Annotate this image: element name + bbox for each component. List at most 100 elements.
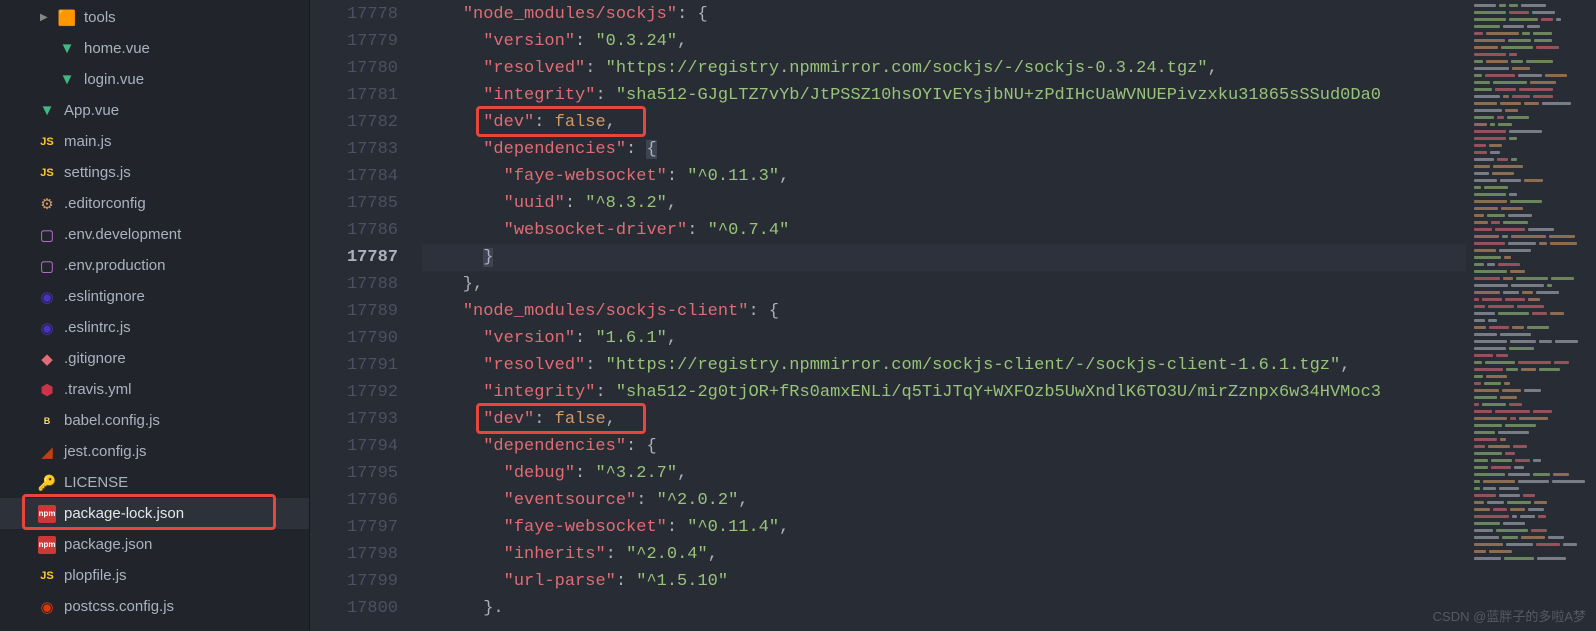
line-number: 17784 xyxy=(310,163,422,190)
minimap-line xyxy=(1474,158,1588,161)
vue-icon: ▼ xyxy=(58,40,76,58)
code-line[interactable]: }, xyxy=(422,271,1466,298)
minimap-line xyxy=(1474,522,1588,525)
minimap-line xyxy=(1474,424,1588,427)
file-tree-item[interactable]: ◉.eslintrc.js xyxy=(0,312,309,343)
minimap-line xyxy=(1474,431,1588,434)
line-number: 17796 xyxy=(310,487,422,514)
code-line[interactable]: "resolved": "https://registry.npmmirror.… xyxy=(422,55,1466,82)
file-label: jest.config.js xyxy=(64,443,147,460)
minimap-line xyxy=(1474,53,1588,56)
code-line[interactable]: } xyxy=(422,244,1466,271)
minimap-line xyxy=(1474,529,1588,532)
code-line[interactable]: "dev": false, xyxy=(422,406,1466,433)
minimap-line xyxy=(1474,179,1588,182)
env-icon: ▢ xyxy=(38,257,56,275)
minimap[interactable] xyxy=(1466,0,1596,631)
minimap-line xyxy=(1474,200,1588,203)
code-line[interactable]: "faye-websocket": "^0.11.4", xyxy=(422,514,1466,541)
file-tree-item[interactable]: JSplopfile.js xyxy=(0,560,309,591)
file-label: .travis.yml xyxy=(64,381,132,398)
code-line[interactable]: "websocket-driver": "^0.7.4" xyxy=(422,217,1466,244)
minimap-line xyxy=(1474,452,1588,455)
minimap-line xyxy=(1474,242,1588,245)
code-line[interactable]: "debug": "^3.2.7", xyxy=(422,460,1466,487)
minimap-line xyxy=(1474,277,1588,280)
minimap-line xyxy=(1474,60,1588,63)
line-number: 17782 xyxy=(310,109,422,136)
file-tree-item[interactable]: ▼login.vue xyxy=(0,64,309,95)
minimap-line xyxy=(1474,88,1588,91)
minimap-line xyxy=(1474,403,1588,406)
code-line[interactable]: "node_modules/sockjs-client": { xyxy=(422,298,1466,325)
line-number: 17783 xyxy=(310,136,422,163)
line-number: 17797 xyxy=(310,514,422,541)
minimap-line xyxy=(1474,368,1588,371)
file-tree-item[interactable]: ▶🟧tools xyxy=(0,2,309,33)
file-tree-item[interactable]: ▢.env.development xyxy=(0,219,309,250)
minimap-line xyxy=(1474,543,1588,546)
file-tree-item[interactable]: ◉.eslintignore xyxy=(0,281,309,312)
file-tree-item[interactable]: npmpackage-lock.json xyxy=(0,498,309,529)
file-tree-item[interactable]: ⚙.editorconfig xyxy=(0,188,309,219)
code-line[interactable]: "version": "0.3.24", xyxy=(422,28,1466,55)
jest-icon: ◢ xyxy=(38,443,56,461)
code-line[interactable]: "version": "1.6.1", xyxy=(422,325,1466,352)
file-tree-item[interactable]: npmpackage.json xyxy=(0,529,309,560)
line-number: 17786 xyxy=(310,217,422,244)
file-label: .eslintignore xyxy=(64,288,145,305)
file-tree-item[interactable]: JSsettings.js xyxy=(0,157,309,188)
minimap-line xyxy=(1474,445,1588,448)
code-line[interactable]: "inherits": "^2.0.4", xyxy=(422,541,1466,568)
code-line[interactable]: "uuid": "^8.3.2", xyxy=(422,190,1466,217)
file-tree-item[interactable]: Bbabel.config.js xyxy=(0,405,309,436)
file-label: postcss.config.js xyxy=(64,598,174,615)
file-tree-item[interactable]: ▢ .env.production xyxy=(0,250,309,281)
code-line[interactable]: "dependencies": { xyxy=(422,433,1466,460)
code-line[interactable]: "resolved": "https://registry.npmmirror.… xyxy=(422,352,1466,379)
minimap-line xyxy=(1474,235,1588,238)
file-label: .env.production xyxy=(64,257,165,274)
vue-icon: ▼ xyxy=(38,102,56,120)
minimap-line xyxy=(1474,382,1588,385)
code-editor[interactable]: 1777817779177801778117782177831778417785… xyxy=(310,0,1596,631)
minimap-line xyxy=(1474,375,1588,378)
minimap-line xyxy=(1474,256,1588,259)
minimap-line xyxy=(1474,109,1588,112)
code-line[interactable]: "faye-websocket": "^0.11.3", xyxy=(422,163,1466,190)
line-number: 17790 xyxy=(310,325,422,352)
line-number: 17787 xyxy=(310,244,422,271)
code-line[interactable]: "url-parse": "^1.5.10" xyxy=(422,568,1466,595)
file-label: settings.js xyxy=(64,164,131,181)
minimap-line xyxy=(1474,123,1588,126)
file-tree-item[interactable]: ▼App.vue xyxy=(0,95,309,126)
minimap-line xyxy=(1474,473,1588,476)
minimap-line xyxy=(1474,102,1588,105)
line-number: 17800 xyxy=(310,595,422,622)
minimap-line xyxy=(1474,466,1588,469)
file-explorer-sidebar[interactable]: ▶🟧tools▼home.vue▼login.vue▼App.vueJSmain… xyxy=(0,0,310,631)
file-tree-item[interactable]: ▼home.vue xyxy=(0,33,309,64)
file-tree-item[interactable]: ◆.gitignore xyxy=(0,343,309,374)
code-line[interactable]: "dependencies": { xyxy=(422,136,1466,163)
code-area[interactable]: "node_modules/sockjs": { "version": "0.3… xyxy=(422,0,1466,631)
file-tree-item[interactable]: ⬢.travis.yml xyxy=(0,374,309,405)
code-line[interactable]: }. xyxy=(422,595,1466,622)
file-tree-item[interactable]: ◢ jest.config.js xyxy=(0,436,309,467)
minimap-line xyxy=(1474,151,1588,154)
minimap-line xyxy=(1474,39,1588,42)
code-line[interactable]: "dev": false, xyxy=(422,109,1466,136)
file-tree-item[interactable]: 🔑LICENSE xyxy=(0,467,309,498)
chevron-icon: ▶ xyxy=(40,12,54,23)
line-number: 17779 xyxy=(310,28,422,55)
minimap-line xyxy=(1474,557,1588,560)
line-number: 17795 xyxy=(310,460,422,487)
file-label: main.js xyxy=(64,133,112,150)
file-tree-item[interactable]: JSmain.js xyxy=(0,126,309,157)
code-line[interactable]: "node_modules/sockjs": { xyxy=(422,1,1466,28)
minimap-line xyxy=(1474,263,1588,266)
file-tree-item[interactable]: ◉postcss.config.js xyxy=(0,591,309,622)
code-line[interactable]: "integrity": "sha512-GJgLTZ7vYb/JtPSSZ10… xyxy=(422,82,1466,109)
code-line[interactable]: "eventsource": "^2.0.2", xyxy=(422,487,1466,514)
code-line[interactable]: "integrity": "sha512-2g0tjOR+fRs0amxENLi… xyxy=(422,379,1466,406)
